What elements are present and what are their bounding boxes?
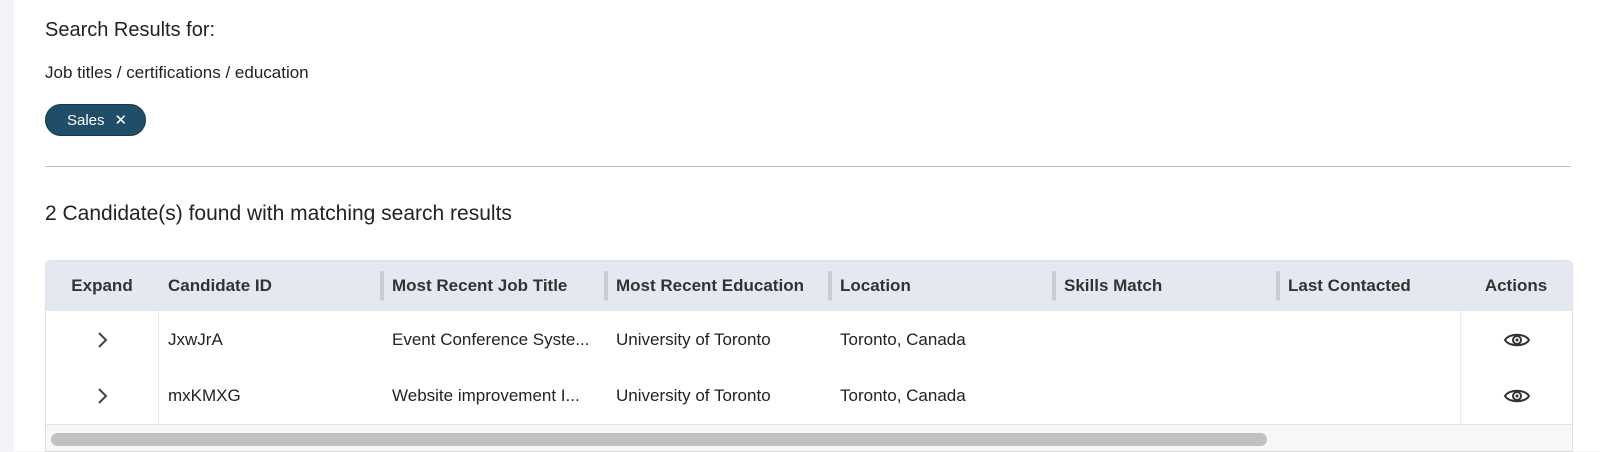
actions-column	[1460, 311, 1572, 424]
column-resize-handle[interactable]	[1276, 271, 1280, 301]
cell-job-title: Website improvement I...	[392, 385, 580, 405]
column-header-education[interactable]: Most Recent Education	[616, 261, 826, 311]
column-resize-handle[interactable]	[828, 271, 832, 301]
close-icon[interactable]: ✕	[115, 111, 128, 129]
results-count: 2 Candidate(s) found with matching searc…	[45, 202, 512, 225]
cell-last-contacted	[1288, 367, 1448, 424]
column-resize-handle[interactable]	[380, 271, 384, 301]
eye-icon[interactable]	[1461, 311, 1572, 368]
column-header-location[interactable]: Location	[840, 261, 1050, 311]
filter-category-label: Job titles / certifications / education	[45, 63, 309, 82]
cell-skills-match	[1064, 367, 1274, 424]
cell-candidate-id: mxKMXG	[168, 385, 241, 405]
search-results-panel: Search Results for: Job titles / certifi…	[14, 0, 1600, 452]
cell-education: University of Toronto	[616, 385, 771, 405]
eye-icon[interactable]	[1461, 367, 1572, 424]
table-header: Expand Candidate ID Most Recent Job Titl…	[46, 261, 1572, 311]
cell-location: Toronto, Canada	[840, 329, 966, 349]
table-row[interactable]: JxwJrA Event Conference Syste... Univers…	[46, 311, 1572, 368]
cell-location: Toronto, Canada	[840, 385, 966, 405]
search-results-heading: Search Results for:	[45, 19, 216, 41]
column-header-candidate-id[interactable]: Candidate ID	[168, 261, 378, 311]
column-header-actions: Actions	[1460, 261, 1572, 311]
column-resize-handle[interactable]	[1052, 271, 1056, 301]
candidates-table: Expand Candidate ID Most Recent Job Titl…	[45, 260, 1573, 452]
cell-job-title: Event Conference Syste...	[392, 329, 590, 349]
filter-chip-label: Sales	[67, 111, 105, 129]
cell-candidate-id: JxwJrA	[168, 329, 223, 349]
column-header-skills-match[interactable]: Skills Match	[1064, 261, 1274, 311]
divider	[45, 166, 1571, 167]
cell-education: University of Toronto	[616, 329, 771, 349]
column-resize-handle[interactable]	[604, 271, 608, 301]
table-row[interactable]: mxKMXG Website improvement I... Universi…	[46, 367, 1572, 424]
column-header-job-title[interactable]: Most Recent Job Title	[392, 261, 602, 311]
chevron-right-icon[interactable]	[46, 367, 158, 424]
horizontal-scrollbar[interactable]	[46, 424, 1572, 452]
column-header-expand[interactable]: Expand	[46, 261, 158, 311]
column-header-last-contacted[interactable]: Last Contacted	[1288, 261, 1416, 311]
scrollbar-thumb[interactable]	[51, 433, 1267, 446]
filter-chip-sales[interactable]: Sales ✕	[45, 104, 147, 136]
cell-last-contacted	[1288, 311, 1448, 368]
cell-skills-match	[1064, 311, 1274, 368]
chevron-right-icon[interactable]	[46, 311, 158, 368]
